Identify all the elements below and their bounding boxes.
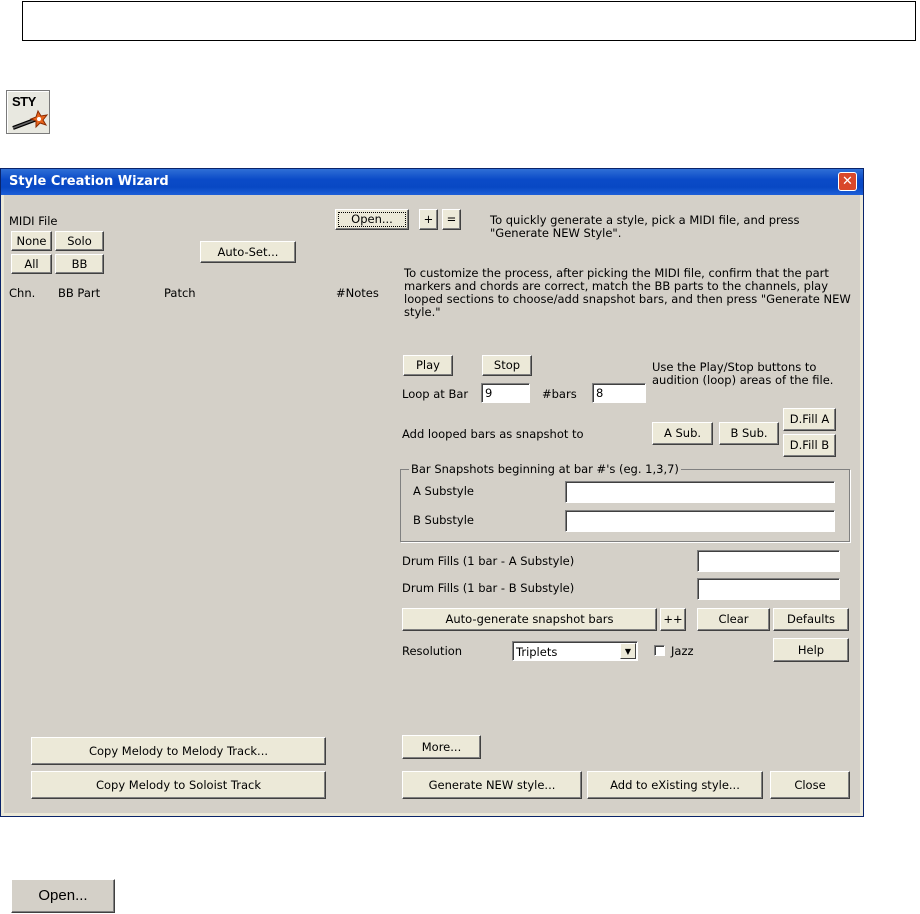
a-substyle-field[interactable] [565, 481, 835, 503]
customize-instructions: To customize the process, after picking … [404, 266, 851, 319]
a-sub-button[interactable]: A Sub. [652, 422, 713, 445]
drum-fill-b-button[interactable]: D.Fill B [783, 434, 836, 457]
loop-at-bar-field[interactable]: 9 [481, 383, 530, 403]
copy-melody-to-melody-track-button[interactable]: Copy Melody to Melody Track... [31, 737, 326, 765]
resolution-value: Triplets [516, 645, 558, 659]
chevron-down-icon[interactable]: ▼ [620, 643, 636, 659]
drum-fills-a-field[interactable] [697, 550, 840, 572]
resolution-label: Resolution [402, 644, 463, 658]
resolution-dropdown[interactable]: Triplets ▼ [512, 641, 638, 661]
generate-new-style-button[interactable]: Generate NEW style... [402, 771, 582, 799]
b-substyle-field[interactable] [565, 510, 835, 532]
close-button[interactable]: Close [770, 771, 850, 799]
plus-button[interactable]: + [419, 209, 438, 230]
drum-fills-a-label: Drum Fills (1 bar - A Substyle) [402, 554, 575, 568]
close-window-icon[interactable]: ✕ [838, 172, 857, 191]
b-sub-button[interactable]: B Sub. [719, 422, 779, 445]
stop-button[interactable]: Stop [482, 355, 532, 376]
magic-wand-icon [12, 109, 49, 130]
bb-button[interactable]: BB [55, 254, 104, 274]
title-bar: Style Creation Wizard ✕ [1, 169, 863, 195]
top-text-field [22, 1, 916, 41]
add-looped-bars-label: Add looped bars as snapshot to [402, 427, 584, 441]
bars-count-label: #bars [542, 387, 577, 401]
column-patch: Patch [164, 286, 196, 300]
dialog-client-area: MIDI File None Solo All BB Auto-Set... C… [4, 195, 860, 813]
all-button[interactable]: All [11, 254, 52, 274]
clear-button[interactable]: Clear [697, 608, 770, 631]
loop-at-bar-label: Loop at Bar [402, 387, 469, 401]
play-stop-help-text: Use the Play/Stop buttons to audition (l… [652, 360, 834, 387]
help-button[interactable]: Help [773, 638, 849, 662]
drum-fills-b-field[interactable] [697, 578, 840, 600]
play-button[interactable]: Play [403, 355, 453, 376]
none-button[interactable]: None [11, 231, 52, 251]
bar-snapshots-caption: Bar Snapshots beginning at bar #'s (eg. … [409, 462, 681, 476]
bars-count-field[interactable]: 8 [592, 383, 646, 403]
a-substyle-label: A Substyle [413, 484, 474, 498]
auto-generate-snapshot-bars-button[interactable]: Auto-generate snapshot bars [402, 608, 657, 631]
midi-file-label: MIDI File [9, 214, 58, 228]
equals-button[interactable]: = [442, 209, 461, 230]
drum-fills-b-label: Drum Fills (1 bar - B Substyle) [402, 581, 575, 595]
style-creation-wizard-window: Style Creation Wizard ✕ MIDI File None S… [0, 168, 864, 817]
auto-set-button[interactable]: Auto-Set... [200, 241, 296, 263]
drum-fill-a-button[interactable]: D.Fill A [783, 408, 836, 431]
solo-button[interactable]: Solo [55, 231, 104, 251]
window-title: Style Creation Wizard [9, 174, 169, 189]
copy-melody-to-soloist-track-button[interactable]: Copy Melody to Soloist Track [31, 771, 326, 799]
column-channel: Chn. [9, 286, 36, 300]
column-notes: #Notes [336, 286, 379, 300]
jazz-label: Jazz [671, 644, 694, 658]
b-substyle-label: B Substyle [413, 513, 475, 527]
plus-plus-button[interactable]: ++ [660, 608, 686, 631]
more-button[interactable]: More... [402, 735, 481, 759]
jazz-checkbox[interactable] [654, 645, 665, 656]
open-button-closeup[interactable]: Open... [11, 879, 115, 913]
defaults-button[interactable]: Defaults [773, 608, 849, 631]
column-bb-part: BB Part [58, 286, 101, 300]
open-midi-button[interactable]: Open... [335, 209, 409, 230]
intro-text: To quickly generate a style, pick a MIDI… [490, 213, 800, 240]
add-to-existing-style-button[interactable]: Add to eXisting style... [587, 771, 763, 799]
style-wizard-toolbar-button[interactable]: STY [6, 90, 50, 134]
